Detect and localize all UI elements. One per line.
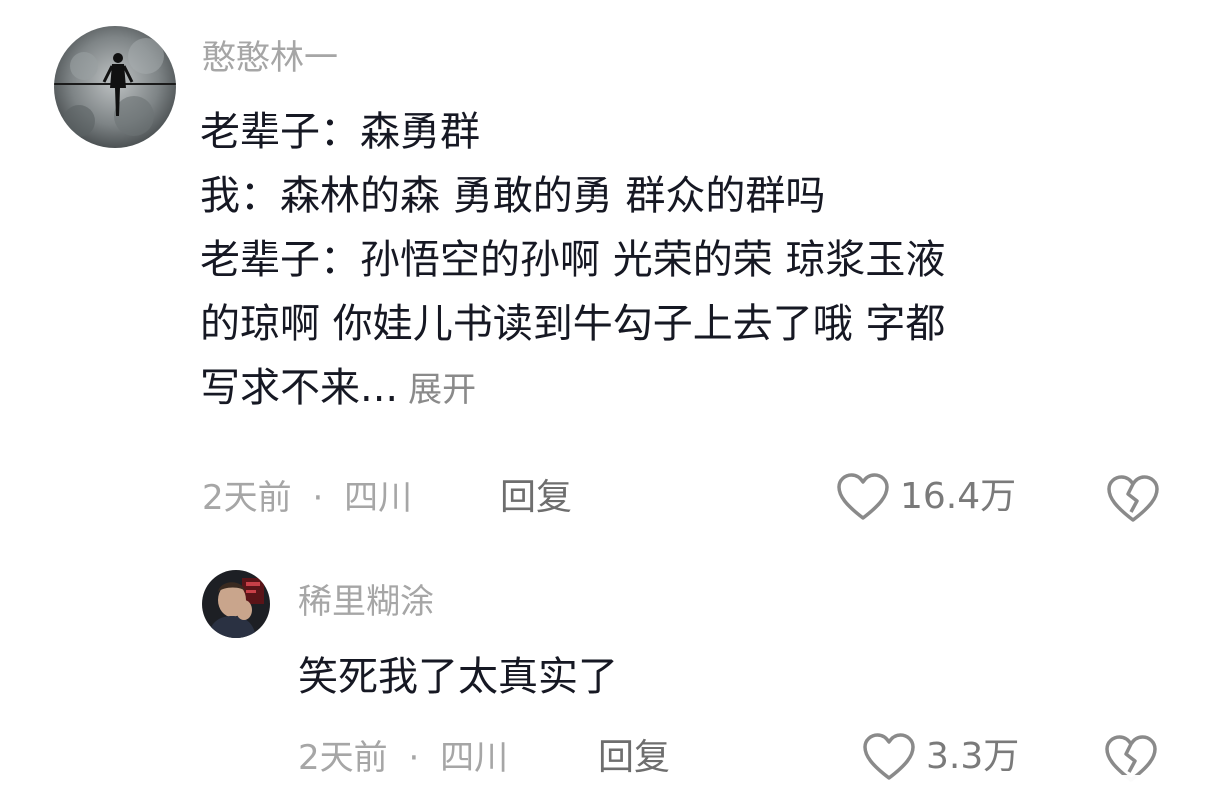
heart-outline-icon xyxy=(837,473,889,520)
comment-time: 2天前 xyxy=(298,738,388,778)
reply-button[interactable]: 回复 xyxy=(500,478,572,518)
comment-location: 四川 xyxy=(344,478,413,518)
comment-text-tail: 写求不来... xyxy=(200,365,399,411)
reply-button[interactable]: 回复 xyxy=(598,738,670,778)
comment-location: 四川 xyxy=(440,738,509,778)
comment-username[interactable]: 憨憨林一 xyxy=(202,38,338,78)
like-button[interactable]: 16.4万 xyxy=(836,472,1016,522)
meta-separator: · xyxy=(408,738,420,778)
comment-text-line: 笑死我了太真实了 xyxy=(298,654,618,700)
dislike-button[interactable] xyxy=(1106,474,1160,528)
comment-text-line-last: 写求不来... 展开 xyxy=(200,356,945,422)
expand-link[interactable]: 展开 xyxy=(408,370,476,410)
comment-text-line: 的琼啊 你娃儿书读到牛勾子上去了哦 字都 xyxy=(200,301,946,347)
avatar-image xyxy=(54,26,176,148)
heart-outline-icon xyxy=(863,733,915,780)
comment-text: 笑死我了太真实了 xyxy=(298,645,618,709)
comment-username[interactable]: 稀里糊涂 xyxy=(298,582,434,622)
broken-heart-icon xyxy=(1107,475,1159,522)
avatar-image xyxy=(202,570,270,638)
watermark-overlay xyxy=(1018,775,1218,809)
like-button[interactable]: 3.3万 xyxy=(862,732,1019,782)
comment-text-line: 我：森林的森 勇敢的勇 群众的群吗 xyxy=(200,173,826,219)
comment-meta: 2天前 · 四川 xyxy=(202,478,412,518)
comment-text: 老辈子：森勇群 我：森林的森 勇敢的勇 群众的群吗 老辈子：孙悟空的孙啊 光荣的… xyxy=(200,100,945,422)
meta-separator: · xyxy=(312,478,324,518)
like-count: 3.3万 xyxy=(926,736,1020,777)
comment-meta: 2天前 · 四川 xyxy=(298,738,508,778)
comment-list: 憨憨林一 老辈子：森勇群 我：森林的森 勇敢的勇 群众的群吗 老辈子：孙悟空的孙… xyxy=(0,0,1224,811)
comment-text-line: 老辈子：森勇群 xyxy=(200,109,480,155)
comment-time: 2天前 xyxy=(202,478,292,518)
user-avatar[interactable] xyxy=(54,26,176,148)
like-count: 16.4万 xyxy=(900,476,1017,517)
comment-text-line: 老辈子：孙悟空的孙啊 光荣的荣 琼浆玉液 xyxy=(200,237,946,283)
user-avatar[interactable] xyxy=(202,570,270,638)
